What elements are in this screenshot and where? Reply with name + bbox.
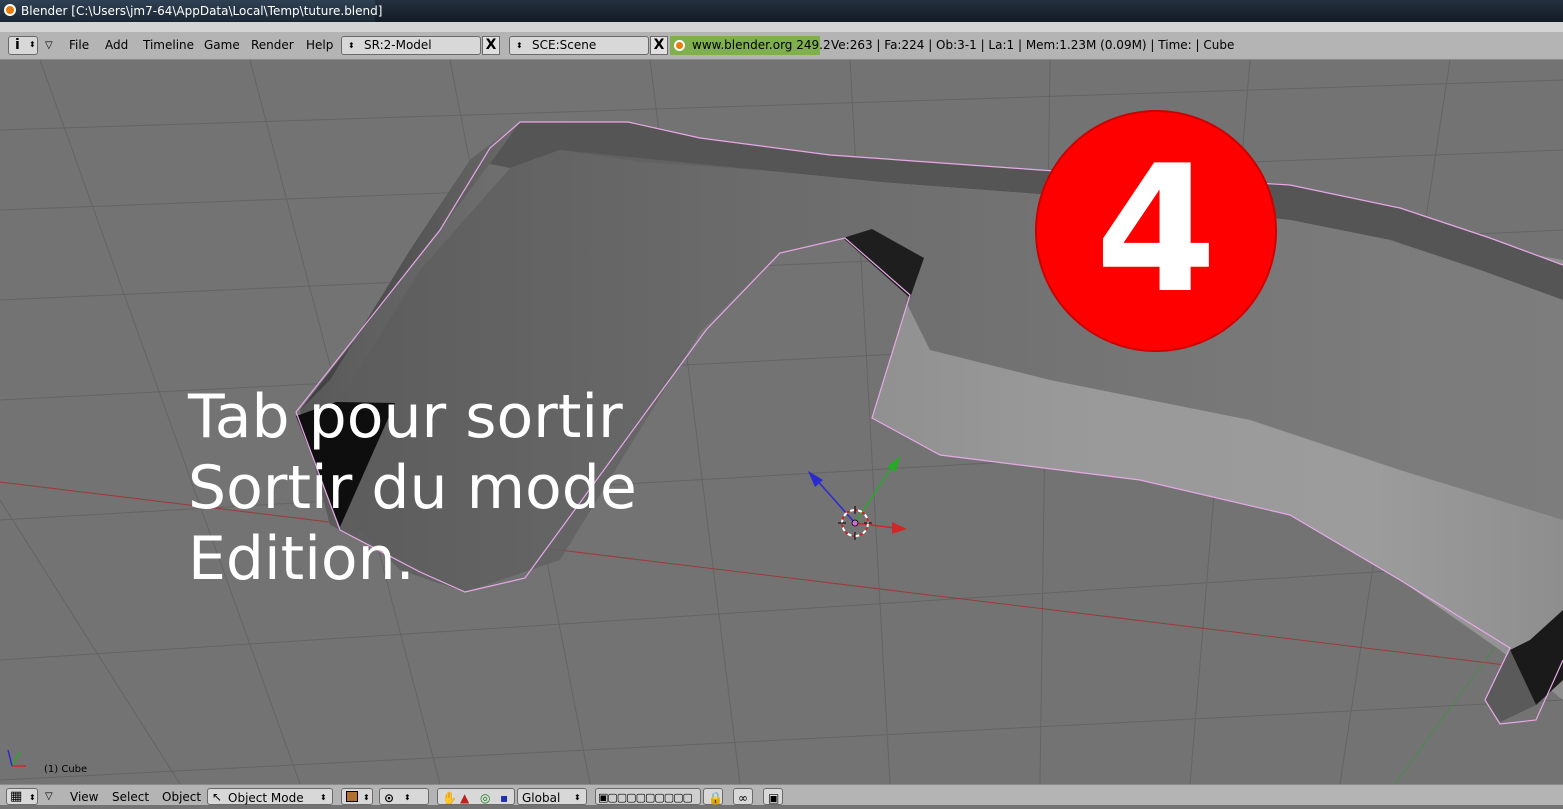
updown-arrows-icon: ⬍ bbox=[29, 793, 36, 802]
rotate-icon: ◎ bbox=[480, 791, 491, 805]
active-object-label: (1) Cube bbox=[44, 764, 88, 775]
window-title-bar: Blender [C:\Users\jm7-64\AppData\Local\T… bbox=[0, 0, 1563, 22]
collapse-menu-triangle-icon[interactable]: ▽ bbox=[45, 32, 53, 59]
hand-icon: ✋ bbox=[442, 791, 457, 805]
delete-screen-button[interactable]: X bbox=[482, 36, 500, 55]
layer-buttons[interactable]: ▣▢▢▢▢▢▢▢▢▢ bbox=[595, 788, 701, 805]
editor-type-selector[interactable]: i ⬍ bbox=[8, 36, 38, 55]
screen-selector[interactable]: ⬍ SR:2-Model bbox=[341, 36, 481, 55]
info-icon: i bbox=[15, 37, 20, 53]
transform-gizmo bbox=[808, 456, 907, 540]
orientation-label: Global bbox=[522, 791, 561, 805]
y-axis-line bbox=[1394, 639, 1501, 784]
website-label: www.blender.org 249.2 bbox=[692, 38, 831, 52]
menu-file[interactable]: File bbox=[69, 32, 89, 59]
draw-type-selector[interactable]: ⬍ bbox=[341, 788, 373, 805]
lock-icon: 🔒 bbox=[708, 791, 723, 805]
scene-name: SCE:Scene bbox=[532, 38, 597, 52]
delete-scene-button[interactable]: X bbox=[650, 36, 668, 55]
updown-arrows-icon: ⬍ bbox=[320, 793, 327, 802]
step-number-badge: 4 bbox=[1035, 110, 1277, 352]
scene-selector[interactable]: ⬍ SCE:Scene bbox=[509, 36, 649, 55]
link-icon: ∞ bbox=[738, 791, 748, 805]
close-icon: X bbox=[653, 37, 665, 53]
menu-timeline[interactable]: Timeline bbox=[143, 32, 194, 59]
orientation-selector[interactable]: Global ⬍ bbox=[517, 788, 587, 805]
menu-object[interactable]: Object bbox=[162, 785, 201, 805]
pivot-icon: ⊙ bbox=[384, 791, 395, 805]
lock-layers-button[interactable]: 🔒 bbox=[703, 788, 723, 805]
manipulator-toggles[interactable]: ✋ ▲ ◎ ▪ bbox=[437, 788, 515, 805]
view-axis-icon bbox=[7, 749, 26, 767]
editor-type-selector[interactable]: ▦ ⬍ bbox=[6, 788, 38, 805]
screen-name: SR:2-Model bbox=[364, 38, 432, 52]
close-icon: X bbox=[485, 37, 497, 53]
header-separator bbox=[0, 22, 1563, 32]
updown-arrows-icon: ⬍ bbox=[404, 793, 411, 802]
updown-arrows-icon: ⬍ bbox=[348, 41, 355, 50]
3d-view-header: ▦ ⬍ ▽ View Select Object ↖ Object Mode ⬍… bbox=[0, 784, 1563, 805]
scale-icon: ▪ bbox=[500, 791, 509, 805]
instruction-line: Sortir du mode bbox=[188, 453, 637, 523]
website-link[interactable]: www.blender.org 249.2 bbox=[670, 36, 831, 55]
blender-logo-icon bbox=[4, 4, 16, 16]
title-bar-background bbox=[375, 0, 1563, 22]
instruction-overlay: Tab pour sortir Sortir du mode Edition. bbox=[188, 382, 637, 595]
translate-icon: ▲ bbox=[460, 791, 470, 805]
menu-view[interactable]: View bbox=[70, 785, 98, 805]
updown-arrows-icon: ⬍ bbox=[363, 793, 370, 802]
collapse-menu-triangle-icon[interactable]: ▽ bbox=[45, 785, 53, 805]
instruction-line: Edition. bbox=[188, 524, 415, 594]
pivot-selector[interactable]: ⊙ ⬍ bbox=[379, 788, 429, 805]
menu-game[interactable]: Game bbox=[204, 32, 240, 59]
3d-viewport[interactable]: (1) Cube Tab pour sortir Sortir du mode … bbox=[0, 60, 1563, 784]
info-header: i ⬍ ▽ File Add Timeline Game Render Help… bbox=[0, 22, 1563, 60]
blender-logo-icon bbox=[674, 40, 685, 51]
menu-help[interactable]: Help bbox=[306, 32, 333, 59]
scene-stats: Ve:263 | Fa:224 | Ob:3-1 | La:1 | Mem:1.… bbox=[831, 38, 1235, 52]
menu-render[interactable]: Render bbox=[251, 32, 294, 59]
grid-icon: ▦ bbox=[10, 789, 23, 804]
render-icon: ▣ bbox=[768, 791, 780, 805]
render-preview-button[interactable]: ▣ bbox=[763, 788, 783, 805]
updown-arrows-icon: ⬍ bbox=[516, 41, 523, 50]
mode-selector[interactable]: ↖ Object Mode ⬍ bbox=[207, 788, 333, 805]
solid-cube-icon bbox=[346, 791, 358, 802]
menu-select[interactable]: Select bbox=[112, 785, 149, 805]
window-title: Blender [C:\Users\jm7-64\AppData\Local\T… bbox=[21, 4, 383, 18]
link-button[interactable]: ∞ bbox=[733, 788, 753, 805]
updown-arrows-icon: ⬍ bbox=[574, 793, 581, 802]
instruction-line: Tab pour sortir bbox=[188, 382, 623, 452]
layer-grid-icon: ▣▢▢▢▢▢▢▢▢▢ bbox=[598, 791, 693, 804]
updown-arrows-icon: ⬍ bbox=[29, 40, 36, 49]
mode-label: Object Mode bbox=[228, 791, 304, 805]
object-mode-icon: ↖ bbox=[212, 790, 223, 804]
menu-add[interactable]: Add bbox=[105, 32, 128, 59]
